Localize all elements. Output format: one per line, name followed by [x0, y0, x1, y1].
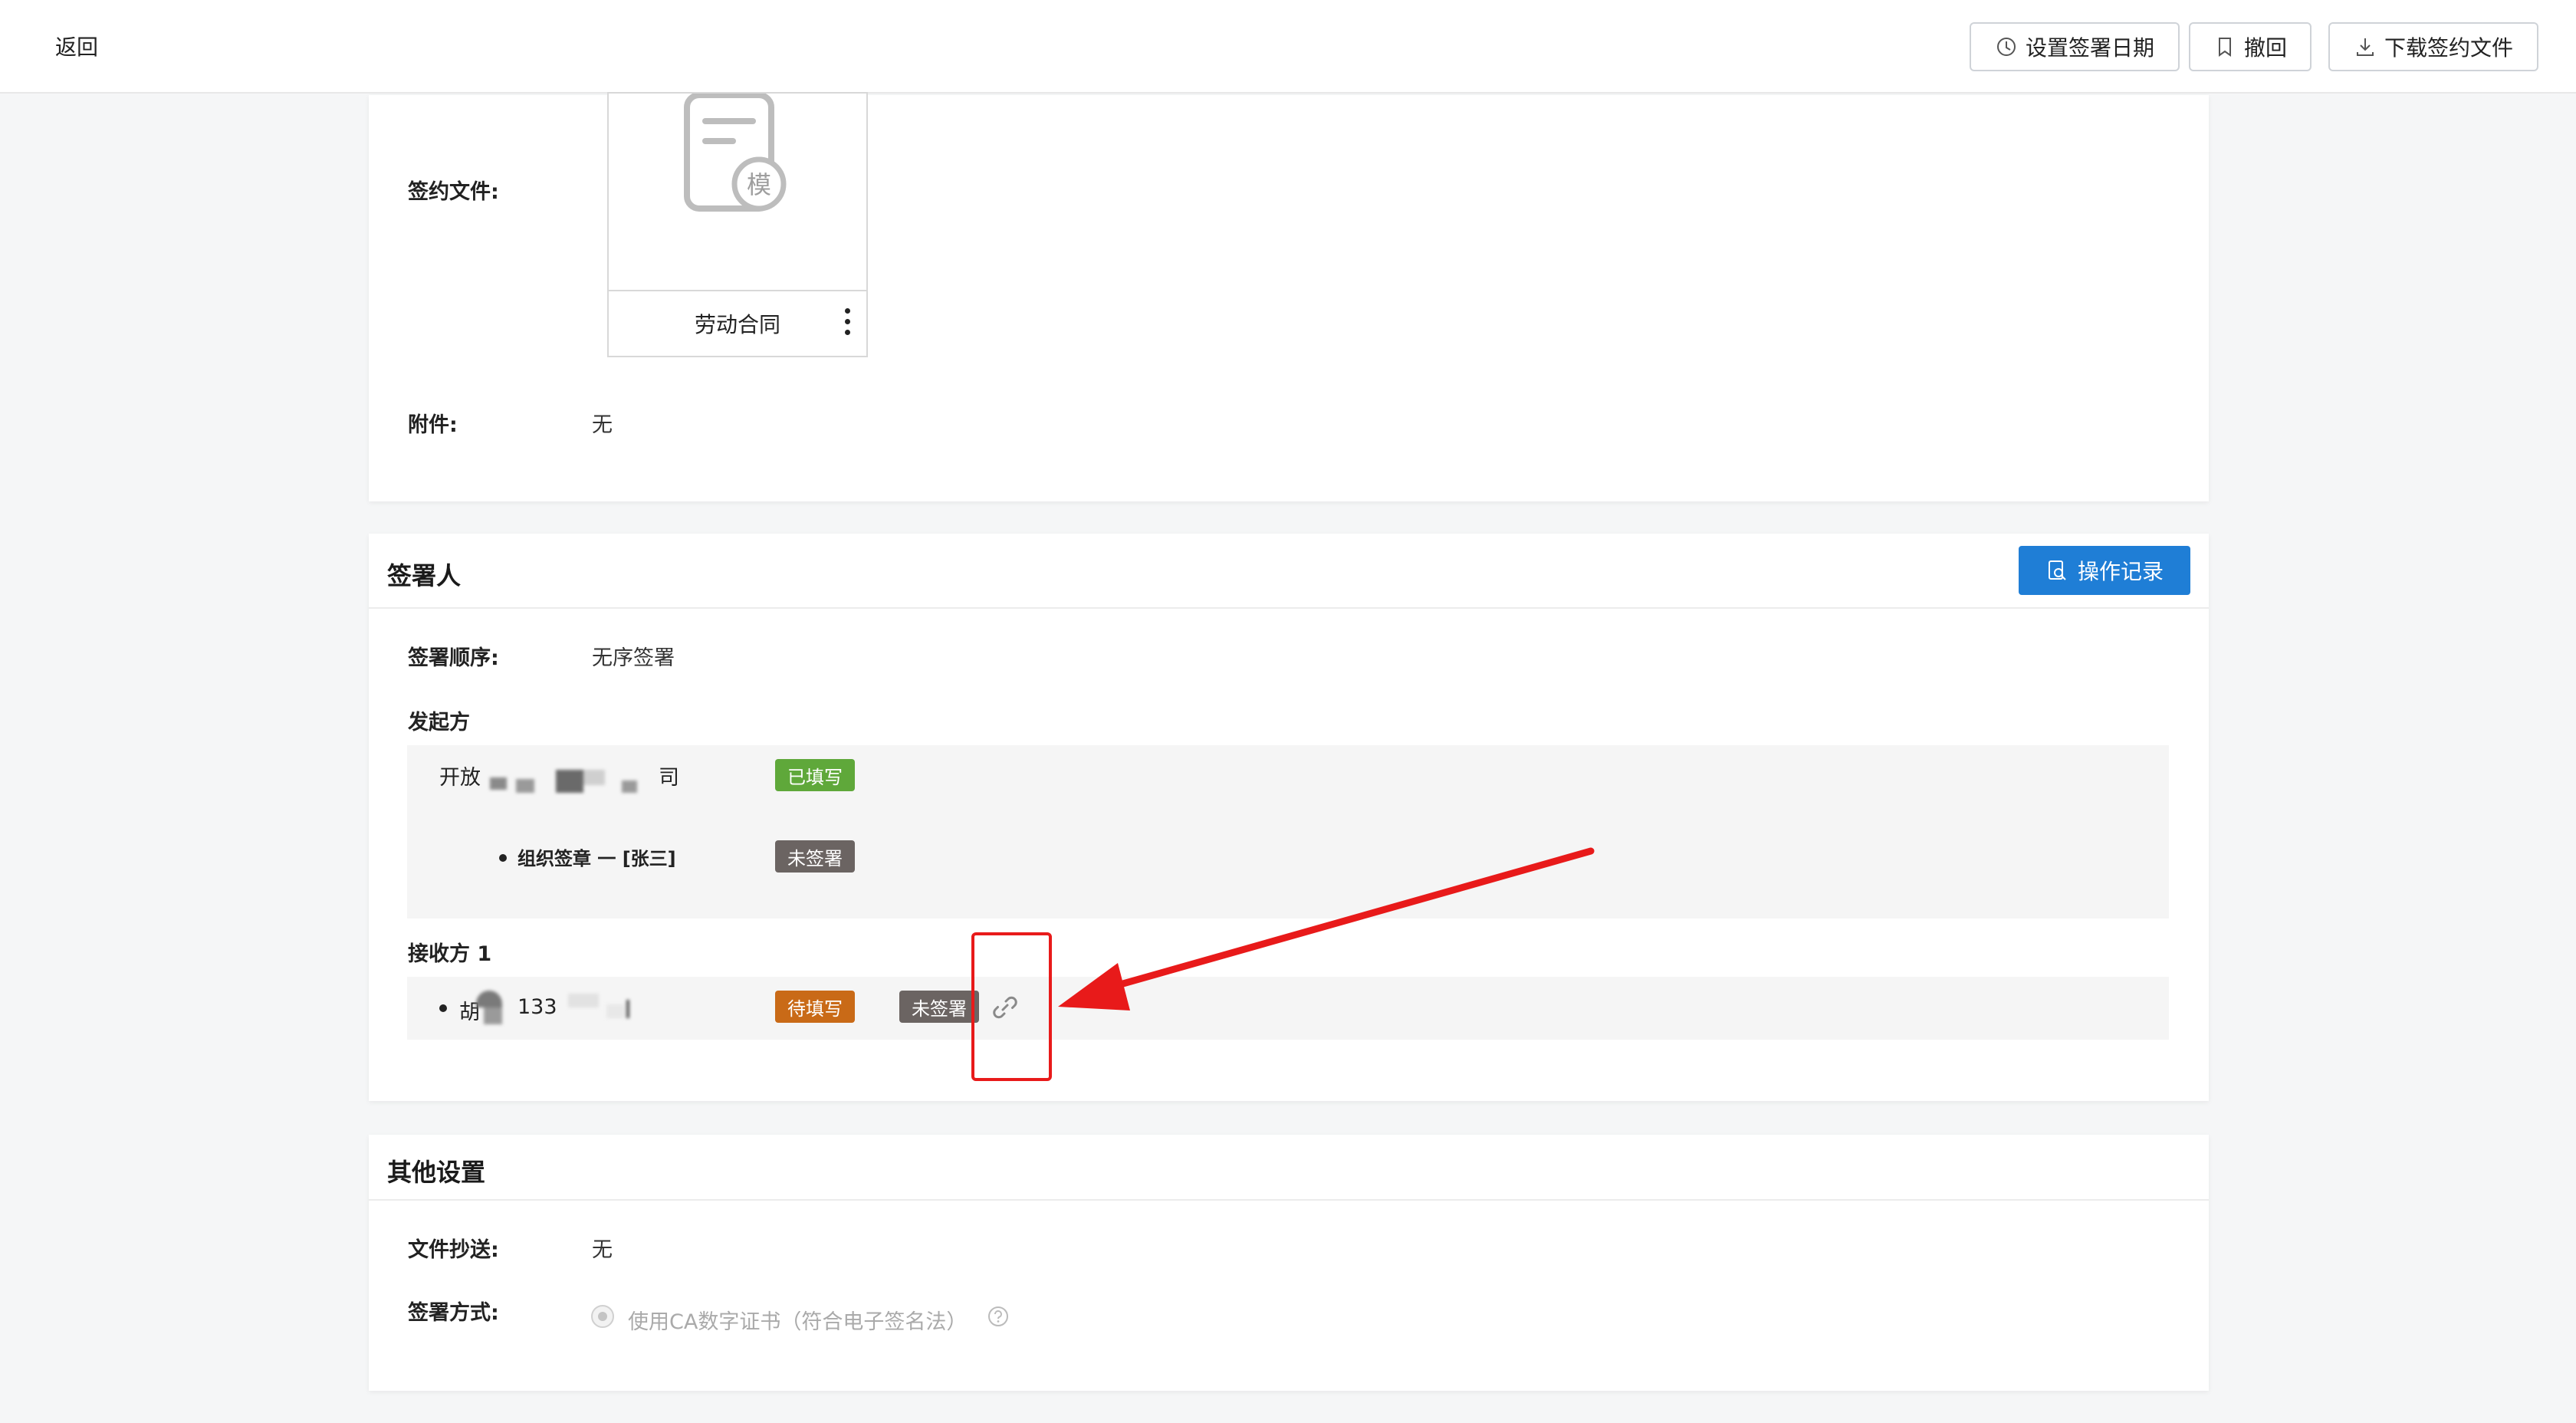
annotation-arrow	[1058, 847, 1595, 1011]
